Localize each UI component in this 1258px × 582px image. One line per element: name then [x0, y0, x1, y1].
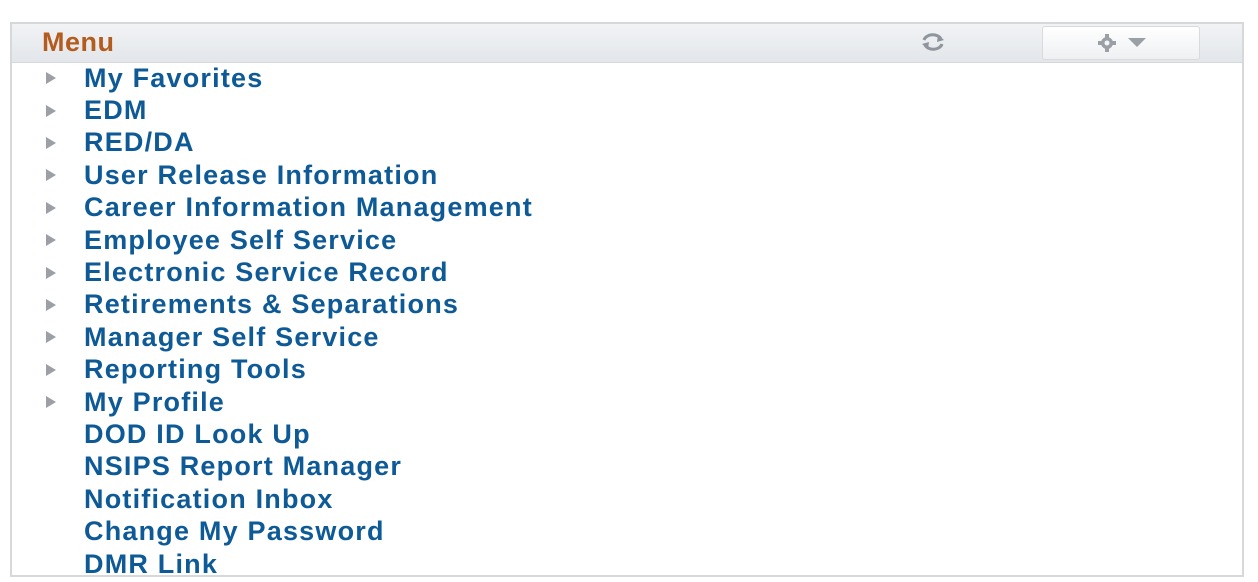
expand-arrow-icon[interactable] [46, 234, 56, 247]
expand-arrow-icon[interactable] [46, 396, 56, 409]
expand-arrow-icon[interactable] [46, 363, 56, 376]
expand-arrow-icon[interactable] [46, 72, 56, 85]
menu-item-link[interactable]: Notification Inbox [84, 484, 334, 515]
menu-item[interactable]: Retirements & Separations [12, 289, 1242, 321]
menu-item-link[interactable]: My Favorites [84, 63, 263, 94]
menu-item[interactable]: Manager Self Service [12, 321, 1242, 353]
menu-item-link[interactable]: Manager Self Service [84, 322, 380, 353]
expand-arrow-icon[interactable] [46, 104, 56, 117]
menu-title: Menu [42, 27, 115, 57]
chevron-down-icon [1128, 38, 1146, 47]
menu-item[interactable]: User Release Information [12, 159, 1242, 191]
menu-item[interactable]: NSIPS Report Manager [12, 451, 1242, 483]
menu-item[interactable]: Reporting Tools [12, 354, 1242, 386]
menu-item-link[interactable]: Retirements & Separations [84, 289, 459, 320]
menu-item-link[interactable]: Career Information Management [84, 192, 533, 223]
menu-item[interactable]: DMR Link [12, 548, 1242, 580]
menu-item[interactable]: Change My Password [12, 515, 1242, 547]
menu-item-link[interactable]: Change My Password [84, 516, 385, 547]
menu-item[interactable]: Electronic Service Record [12, 256, 1242, 288]
menu-item-link[interactable]: DMR Link [84, 549, 218, 580]
expand-arrow-icon[interactable] [46, 331, 56, 344]
expand-arrow-icon[interactable] [46, 201, 56, 214]
menu-item-link[interactable]: RED/DA [84, 127, 195, 158]
menu-list: My Favorites EDM RED/DA User Release Inform… [12, 62, 1242, 580]
menu-item-link[interactable]: DOD ID Look Up [84, 419, 311, 450]
gear-icon [1098, 34, 1116, 52]
refresh-icon [922, 33, 944, 51]
menu-item[interactable]: EDM [12, 94, 1242, 126]
menu-item-link[interactable]: User Release Information [84, 160, 438, 191]
expand-arrow-icon[interactable] [46, 169, 56, 182]
menu-item-link[interactable]: My Profile [84, 387, 225, 418]
menu-item-link[interactable]: Electronic Service Record [84, 257, 449, 288]
menu-item[interactable]: RED/DA [12, 127, 1242, 159]
refresh-button[interactable] [918, 28, 948, 56]
menu-pagelet: Menu My Favorites EDM RED/DA User Release I… [10, 22, 1244, 580]
menu-item[interactable]: My Profile [12, 386, 1242, 418]
menu-item-link[interactable]: Reporting Tools [84, 354, 307, 385]
expand-arrow-icon[interactable] [46, 266, 56, 279]
menu-item-link[interactable]: Employee Self Service [84, 225, 397, 256]
menu-item[interactable]: Employee Self Service [12, 224, 1242, 256]
menu-header: Menu [12, 24, 1242, 63]
menu-item[interactable]: Career Information Management [12, 192, 1242, 224]
menu-item-link[interactable]: NSIPS Report Manager [84, 451, 402, 482]
pagelet-options-button[interactable] [1042, 26, 1200, 60]
expand-arrow-icon[interactable] [46, 298, 56, 311]
menu-item[interactable]: DOD ID Look Up [12, 418, 1242, 450]
menu-item[interactable]: My Favorites [12, 62, 1242, 94]
menu-item-link[interactable]: EDM [84, 95, 148, 126]
expand-arrow-icon[interactable] [46, 136, 56, 149]
menu-item[interactable]: Notification Inbox [12, 483, 1242, 515]
